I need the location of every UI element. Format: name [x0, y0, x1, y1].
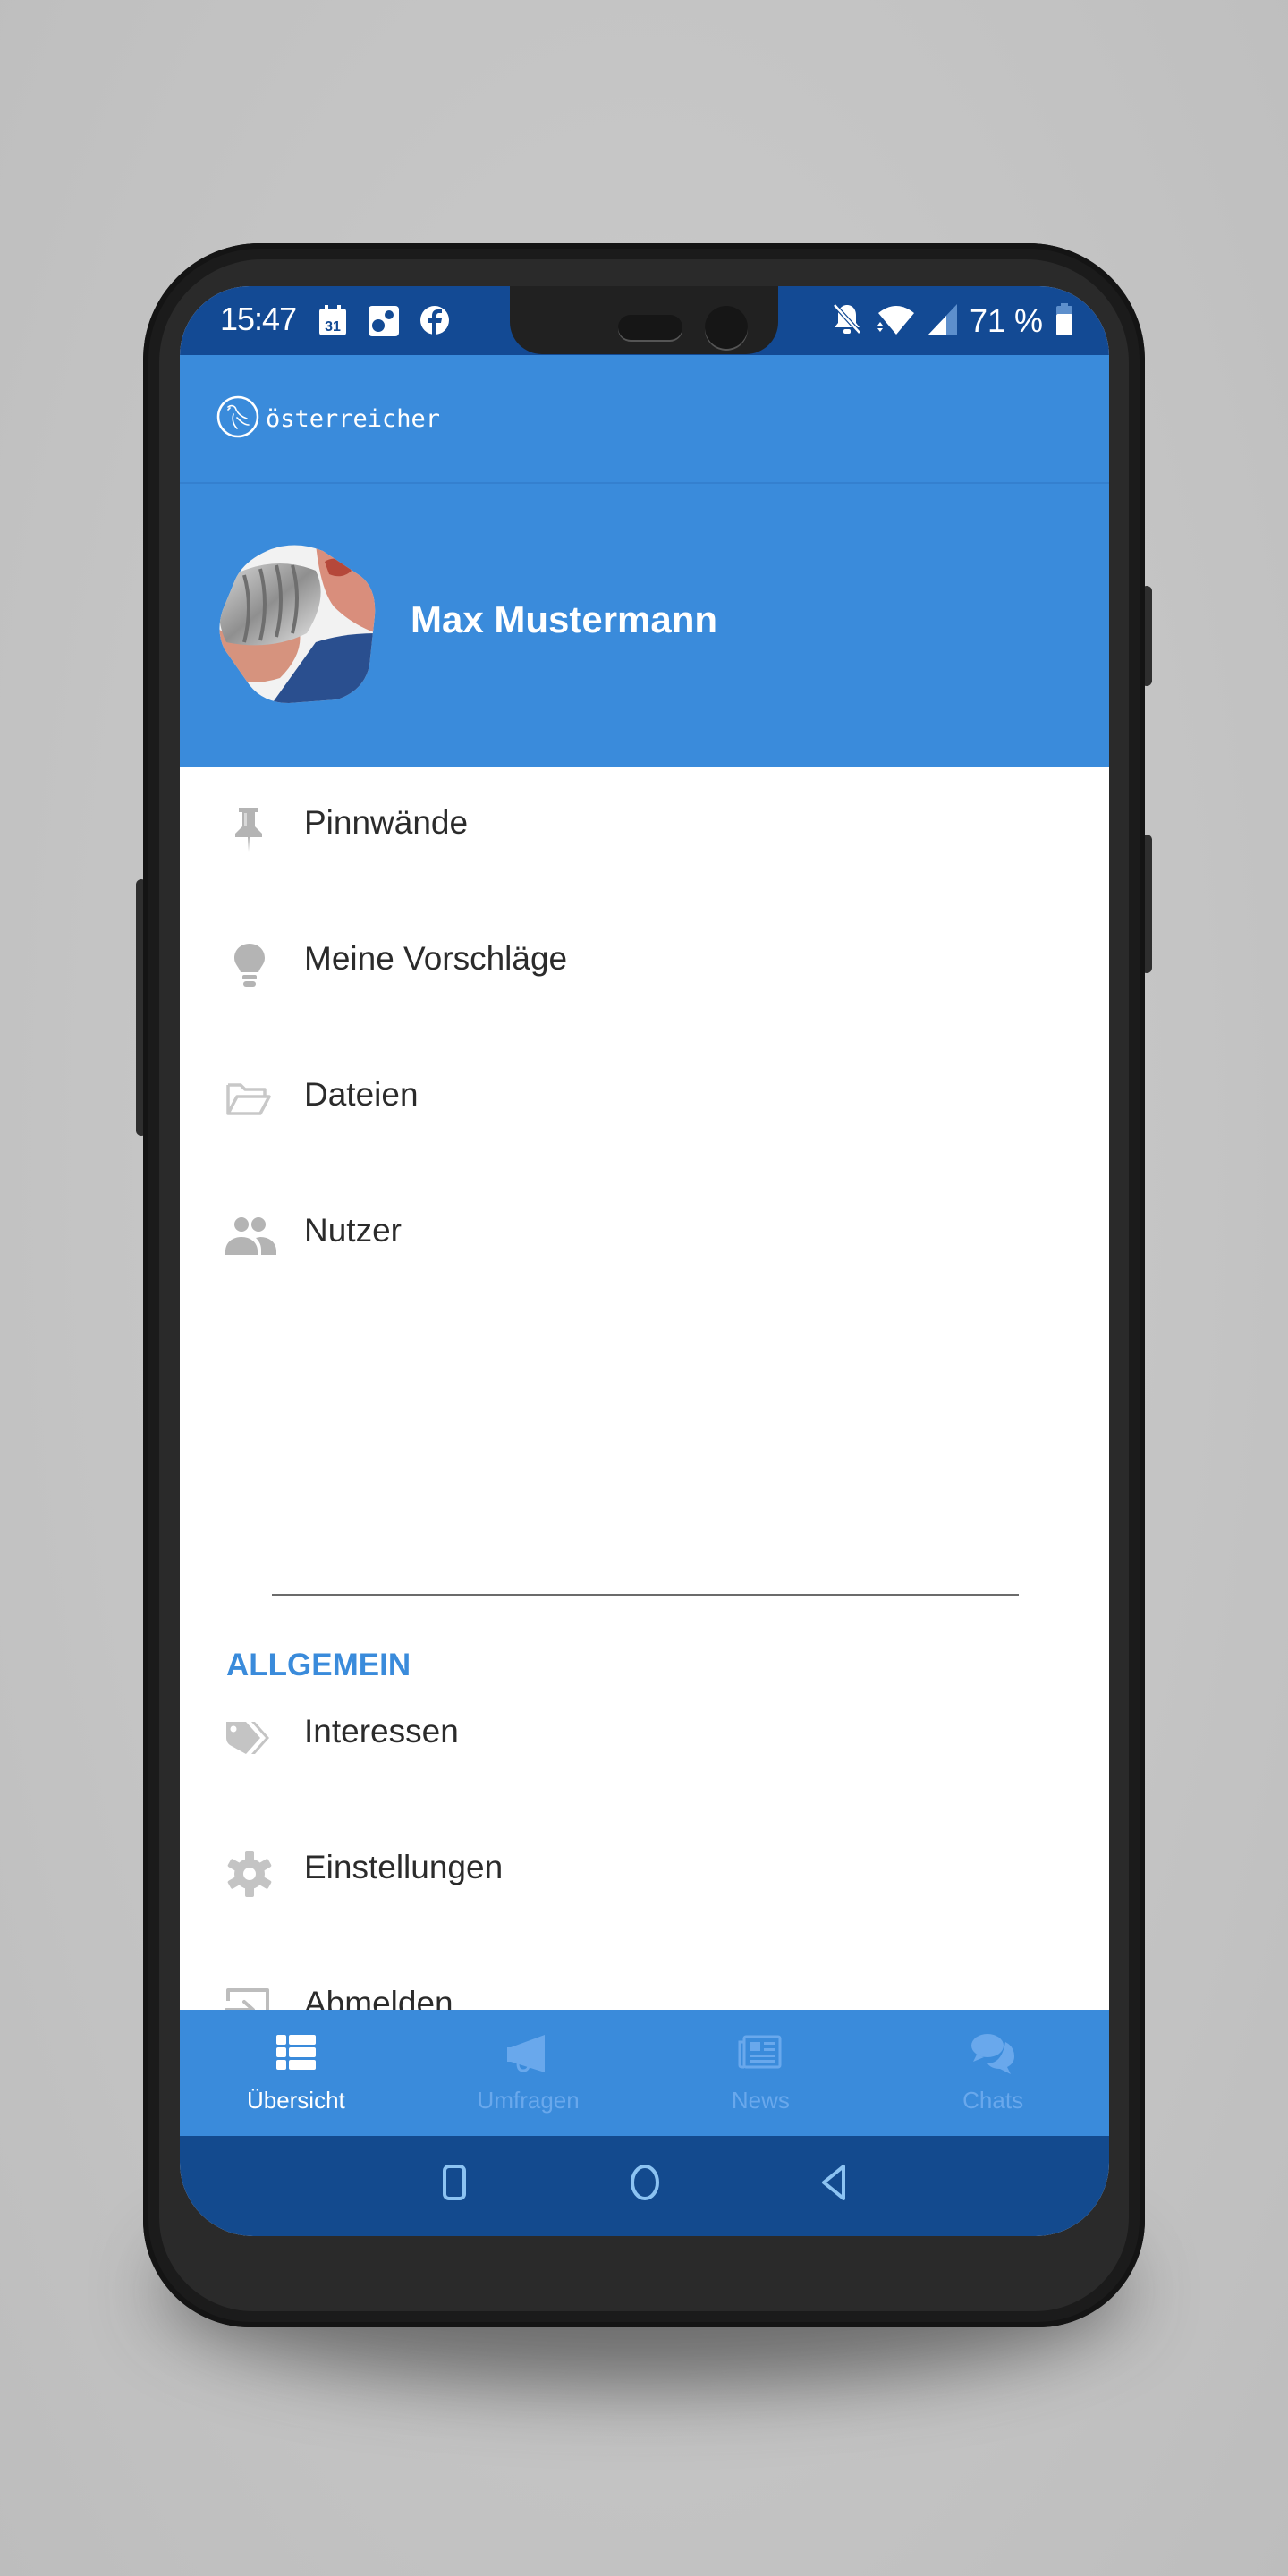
- tab-uebersicht[interactable]: Übersicht: [180, 2010, 412, 2136]
- megaphone-icon: [504, 2029, 554, 2076]
- users-icon: [225, 1212, 276, 1258]
- camera-notch: [510, 286, 778, 354]
- menu-item-vorschlaege[interactable]: Meine Vorschläge: [180, 919, 1109, 1008]
- menu-item-pinnwaende[interactable]: Pinnwände: [180, 783, 1109, 872]
- gear-icon: [225, 1849, 275, 1897]
- menu-item-label: Dateien: [304, 1076, 419, 1113]
- battery-percent: 71 %: [969, 302, 1043, 339]
- menu-divider: [272, 1594, 1019, 1596]
- status-time: 15:47: [220, 301, 297, 337]
- menu-item-label: Einstellungen: [304, 1849, 504, 1885]
- seal-logo-icon: [216, 394, 260, 444]
- logo-text: österreicher: [266, 405, 441, 433]
- lightbulb-icon: [225, 940, 275, 987]
- status-bar: 15:47 31 71 %: [180, 286, 1109, 355]
- recents-button[interactable]: [429, 2157, 479, 2207]
- menu-item-label: Pinnwände: [304, 804, 469, 841]
- circle-icon: [631, 2165, 659, 2200]
- signal-icon: [928, 303, 957, 339]
- bell-off-icon: [832, 302, 862, 341]
- dice-app-icon: [369, 306, 399, 341]
- earpiece-speaker: [618, 315, 682, 340]
- profile-name: Max Mustermann: [411, 598, 718, 640]
- menu-item-dateien[interactable]: Dateien: [180, 1055, 1109, 1144]
- bottom-tab-bar: Übersicht Umfragen News Chats: [180, 2010, 1109, 2136]
- menu-item-label: Meine Vorschläge: [304, 940, 568, 977]
- menu-item-label: Interessen: [304, 1713, 459, 1750]
- calendar-day: 31: [325, 319, 341, 335]
- profile-header: Max Mustermann: [180, 484, 1109, 767]
- wifi-icon: [875, 302, 916, 341]
- back-button[interactable]: [811, 2157, 861, 2207]
- square-icon: [443, 2165, 466, 2200]
- pushpin-icon: [225, 804, 275, 852]
- calendar-icon: 31: [318, 304, 347, 341]
- phone-screen: 15:47 31 71 % österreicher Max Musterman…: [180, 286, 1109, 2236]
- home-button[interactable]: [620, 2157, 670, 2207]
- folder-open-icon: [225, 1076, 275, 1123]
- front-camera: [705, 306, 748, 349]
- back-triangle-icon: [822, 2165, 845, 2200]
- app-bar: österreicher: [180, 355, 1109, 484]
- system-navigation-bar: [180, 2136, 1109, 2236]
- tab-label: Umfragen: [477, 2087, 580, 2114]
- tags-icon: [225, 1713, 275, 1759]
- tab-umfragen[interactable]: Umfragen: [412, 2010, 645, 2136]
- tab-chats[interactable]: Chats: [877, 2010, 1109, 2136]
- battery-icon: [1055, 302, 1073, 340]
- avatar[interactable]: [217, 544, 377, 705]
- chat-bubbles-icon: [968, 2029, 1018, 2076]
- facebook-icon: [419, 305, 450, 340]
- menu-item-interessen[interactable]: Interessen: [180, 1691, 1109, 1781]
- app-logo[interactable]: österreicher: [216, 394, 440, 444]
- tab-news[interactable]: News: [645, 2010, 877, 2136]
- tab-label: Chats: [962, 2087, 1024, 2114]
- status-right-group: 71 %: [832, 299, 1073, 343]
- menu-item-label: Nutzer: [304, 1212, 402, 1249]
- section-title-allgemein: ALLGEMEIN: [226, 1648, 411, 1682]
- tab-label: Übersicht: [246, 2087, 345, 2114]
- newspaper-icon: [735, 2029, 785, 2076]
- menu-item-einstellungen[interactable]: Einstellungen: [180, 1827, 1109, 1917]
- tab-label: News: [731, 2087, 790, 2114]
- menu-item-nutzer[interactable]: Nutzer: [180, 1191, 1109, 1280]
- list-icon: [271, 2029, 321, 2076]
